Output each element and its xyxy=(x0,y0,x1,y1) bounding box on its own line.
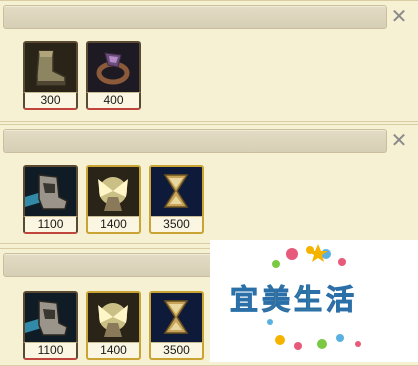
item-price: 1100 xyxy=(23,342,78,360)
boots-icon xyxy=(23,41,78,92)
item-price: 1100 xyxy=(23,216,78,234)
item-price: 300 xyxy=(23,92,78,110)
item-group-panel-2: ✕ 1100 1400 3500 xyxy=(0,124,418,244)
item-slot-armored-boots[interactable]: 1100 xyxy=(23,291,78,360)
group-title-bar xyxy=(3,5,387,29)
item-slot-hourglass[interactable]: 3500 xyxy=(149,291,204,360)
ring-icon xyxy=(86,41,141,92)
close-icon[interactable]: ✕ xyxy=(388,129,410,151)
watermark-char: 生 xyxy=(294,283,323,317)
item-price: 400 xyxy=(86,92,141,110)
watermark-logo: 宜 美 生 活 xyxy=(210,240,418,362)
item-slot-wings[interactable]: 1400 xyxy=(86,165,141,234)
item-slot-boots[interactable]: 300 xyxy=(23,41,78,110)
hourglass-icon xyxy=(149,291,204,342)
item-slot-hourglass[interactable]: 3500 xyxy=(149,165,204,234)
armored-boots-icon xyxy=(23,291,78,342)
item-price: 1400 xyxy=(86,342,141,360)
item-price: 3500 xyxy=(149,216,204,234)
watermark-char: 宜 xyxy=(229,283,259,317)
item-slot-ring[interactable]: 400 xyxy=(86,41,141,110)
item-slot-wings[interactable]: 1400 xyxy=(86,291,141,360)
item-slot-armored-boots[interactable]: 1100 xyxy=(23,165,78,234)
wings-icon xyxy=(86,291,141,342)
item-price: 3500 xyxy=(149,342,204,360)
watermark-char: 活 xyxy=(326,283,355,317)
watermark-char: 美 xyxy=(262,283,291,317)
item-price: 1400 xyxy=(86,216,141,234)
armored-boots-icon xyxy=(23,165,78,216)
close-icon[interactable]: ✕ xyxy=(388,5,410,27)
item-group-panel-1: ✕ 300 400 xyxy=(0,0,418,122)
group-title-bar xyxy=(3,129,387,153)
wings-icon xyxy=(86,165,141,216)
hourglass-icon xyxy=(149,165,204,216)
